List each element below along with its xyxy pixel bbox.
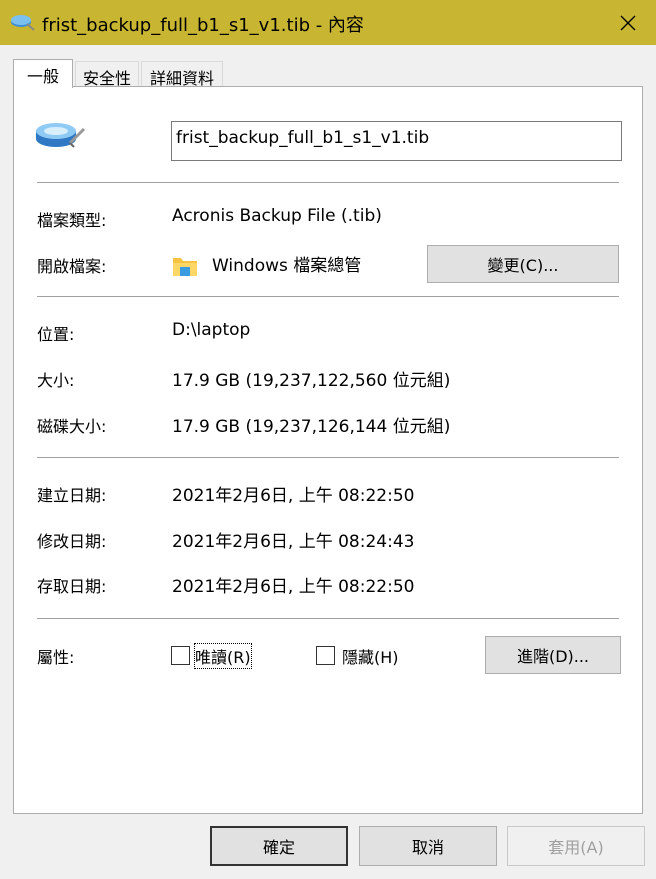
opens-with-label: 開啟檔案: [37,257,107,276]
hidden-label[interactable]: 隱藏(H) [342,644,399,668]
file-name-input[interactable]: frist_backup_full_b1_s1_v1.tib [171,121,622,161]
apply-button[interactable]: 套用(A) [507,826,645,866]
created-value: 2021年2月6日, 上午 08:22:50 [172,486,415,506]
title-bar: frist_backup_full_b1_s1_v1.tib - 內容 [0,0,656,45]
disk-size-value: 17.9 GB (19,237,126,144 位元組) [172,417,451,437]
location-label: 位置: [37,325,75,344]
accessed-label: 存取日期: [37,577,107,596]
separator [37,182,619,183]
separator [37,457,619,458]
advanced-button[interactable]: 進階(D)... [485,636,621,674]
close-icon [620,15,636,30]
ok-button[interactable]: 確定 [210,826,348,866]
readonly-checkbox[interactable] [171,646,190,665]
file-type-label: 檔案類型: [37,211,107,230]
separator [37,618,619,619]
tab-general[interactable]: 一般 [13,59,73,88]
accessed-value: 2021年2月6日, 上午 08:22:50 [172,577,415,597]
general-panel: frist_backup_full_b1_s1_v1.tib 檔案類型: Acr… [13,86,643,814]
backup-disk-icon [36,123,86,148]
backup-file-icon [11,15,35,31]
disk-size-label: 磁碟大小: [37,417,107,436]
size-label: 大小: [37,371,75,390]
modified-label: 修改日期: [37,532,107,551]
opens-with-value: Windows 檔案總管 [212,256,362,276]
cancel-button[interactable]: 取消 [359,826,497,866]
tab-security[interactable]: 安全性 [75,61,139,88]
separator [37,296,619,297]
size-value: 17.9 GB (19,237,122,560 位元組) [172,371,451,391]
window-title: frist_backup_full_b1_s1_v1.tib - 內容 [42,15,364,36]
tab-details[interactable]: 詳細資料 [141,61,223,88]
modified-value: 2021年2月6日, 上午 08:24:43 [172,532,415,552]
close-button[interactable] [600,0,656,45]
change-button[interactable]: 變更(C)... [427,245,619,283]
attributes-label: 屬性: [37,648,75,667]
file-type-value: Acronis Backup File (.tib) [172,206,382,226]
folder-icon [173,258,197,276]
location-value: D:\laptop [172,320,251,340]
readonly-label[interactable]: 唯讀(R) [194,643,252,669]
created-label: 建立日期: [37,486,107,505]
hidden-checkbox[interactable] [316,646,335,665]
